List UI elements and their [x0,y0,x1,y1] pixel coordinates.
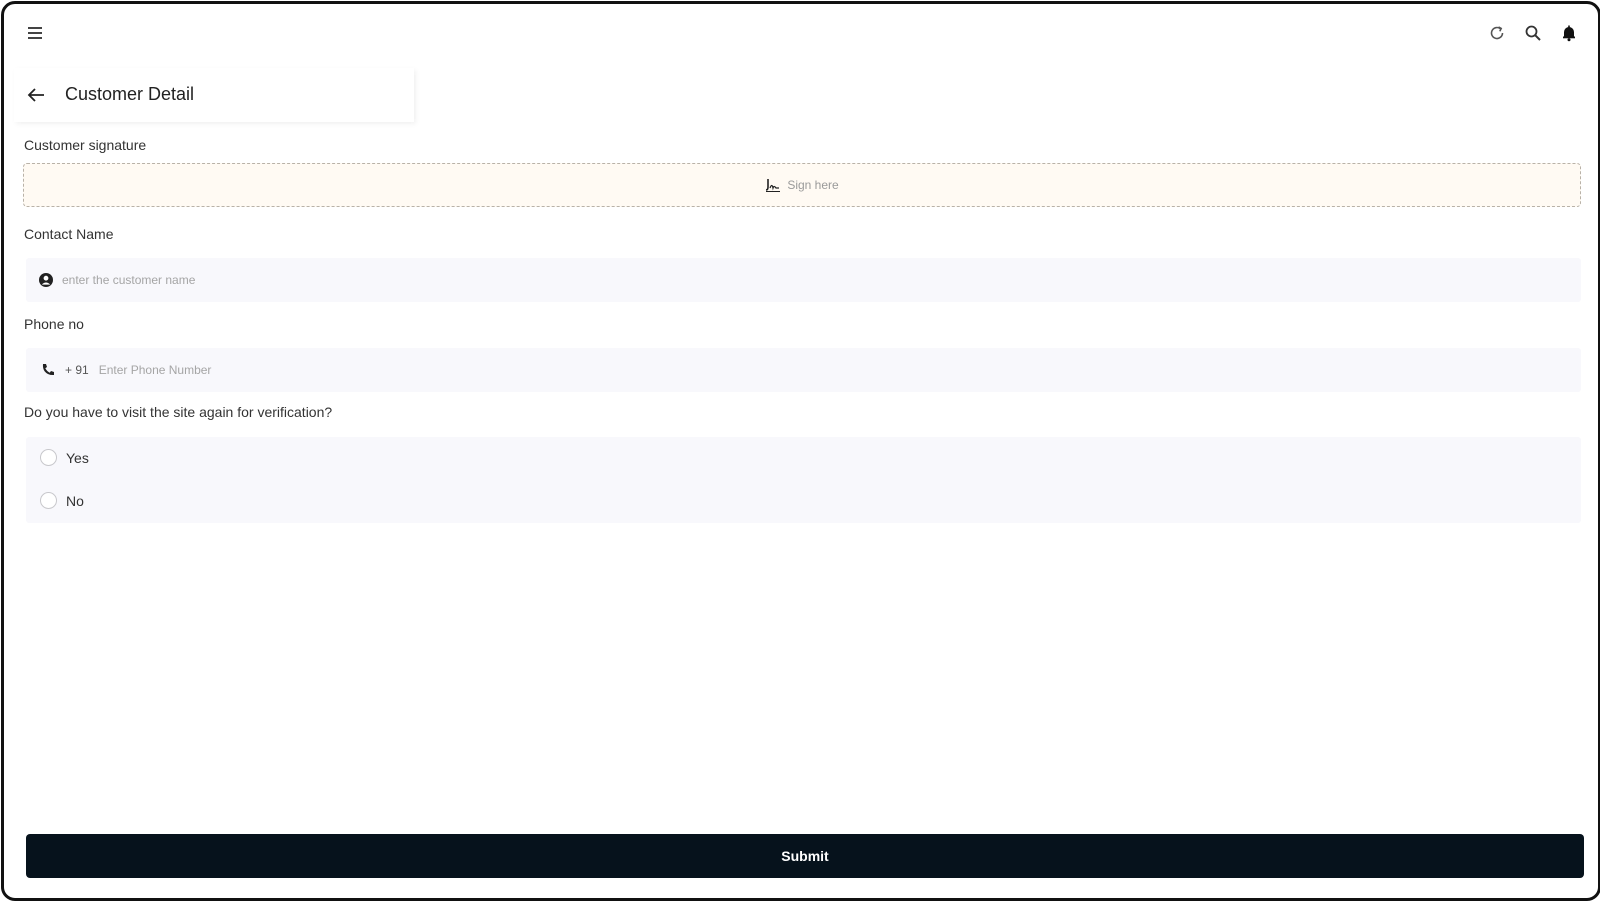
sync-icon[interactable] [1488,24,1506,42]
signature-placeholder: Sign here [787,178,839,192]
radio-button[interactable] [40,449,57,466]
page-header: Customer Detail [14,68,414,122]
radio-label-no: No [66,492,84,509]
revisit-question: Do you have to visit the site again for … [24,404,333,420]
submit-button[interactable]: Submit [26,834,1584,878]
radio-option-no[interactable]: No [40,492,84,509]
country-code: + 91 [65,363,89,377]
signature-label: Customer signature [24,137,147,153]
menu-icon[interactable] [28,27,42,39]
search-icon[interactable] [1524,24,1542,42]
phone-field: + 91 [26,347,1581,393]
arrow-left-icon[interactable] [26,86,46,104]
bell-icon[interactable] [1560,24,1578,42]
page-title: Customer Detail [65,84,195,104]
phone-icon [42,364,54,376]
signature-icon [766,179,781,192]
radio-label-yes: Yes [66,449,89,466]
radio-option-yes[interactable]: Yes [40,449,89,466]
app-window: Customer Detail Customer signature Sign … [1,1,1600,901]
phone-label: Phone no [24,316,84,332]
contact-name-label: Contact Name [24,226,114,242]
top-bar [4,4,1598,62]
phone-input[interactable] [96,347,1581,393]
signature-pad[interactable]: Sign here [23,163,1581,207]
user-circle-icon [39,273,53,287]
contact-name-field [26,257,1581,303]
revisit-radio-group: Yes No [26,437,1581,523]
header-actions [1488,24,1578,42]
radio-button[interactable] [40,492,57,509]
contact-name-input[interactable] [60,257,1581,303]
